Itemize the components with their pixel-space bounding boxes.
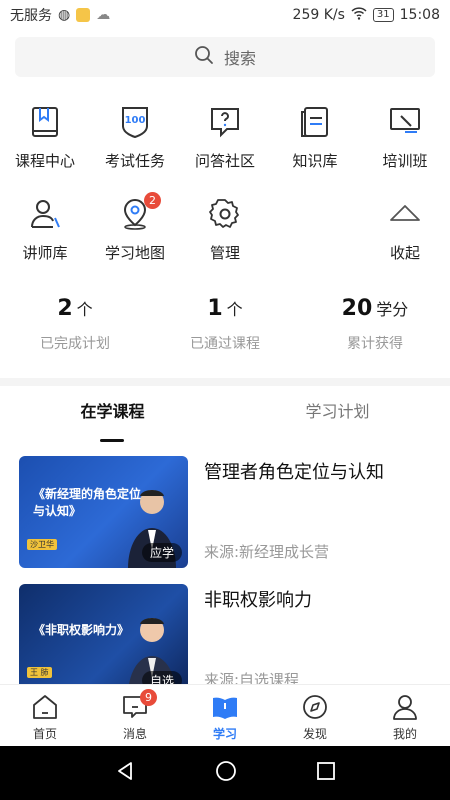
exam-100-icon: 100 (117, 104, 153, 140)
grid-item-label: 管理 (209, 244, 240, 262)
message-badge: 9 (140, 689, 157, 706)
grid-item-label: 问答社区 (194, 152, 255, 170)
course-card[interactable]: 《非职权影响力》 王 肺 自选 非职权影响力 来源:自选课程 (19, 584, 439, 696)
stat-completed-plans[interactable]: 2个 已完成计划 (0, 296, 150, 353)
grid-item-exam-tasks[interactable]: 100 考试任务 (90, 100, 180, 192)
grid-item-label: 知识库 (292, 152, 338, 170)
home-circle-icon[interactable] (215, 760, 237, 786)
svg-text:100: 100 (125, 115, 146, 126)
grid-item-lecturer-library[interactable]: 讲师库 (0, 192, 90, 284)
training-board-icon (387, 104, 423, 140)
profile-icon (391, 693, 419, 721)
back-icon[interactable] (115, 761, 135, 785)
status-bar: 无服务 ◍ ☁ 259 K/s 31 15:08 (0, 0, 450, 30)
stat-caption: 已完成计划 (40, 336, 110, 352)
lecturer-icon (27, 196, 63, 232)
feature-grid: 课程中心 100 考试任务 问答社区 知识库 培训班 讲师库 2 学习地图 管理… (0, 100, 450, 284)
search-icon (194, 45, 214, 69)
course-source: 来源:新经理成长营 (204, 543, 330, 561)
grid-item-course-center[interactable]: 课程中心 (0, 100, 90, 192)
search-bar[interactable]: 搜索 (15, 37, 435, 77)
course-title: 管理者角色定位与认知 (204, 462, 384, 483)
tab-learning-plan[interactable]: 学习计划 (225, 398, 450, 442)
grid-item-label: 讲师库 (22, 244, 68, 262)
thumb-speaker: 沙卫华 (27, 539, 57, 550)
question-chat-icon (207, 104, 243, 140)
message-icon: 9 (121, 689, 157, 721)
grid-item-label: 课程中心 (14, 152, 75, 170)
grid-item-training-class[interactable]: 培训班 (360, 100, 450, 192)
stat-unit: 学分 (376, 300, 409, 319)
stat-value: 1 (207, 296, 223, 321)
stat-value: 20 (341, 296, 373, 321)
notification-icon (76, 8, 91, 22)
course-thumbnail: 《新经理的角色定位与认知》 沙卫华 应学 (19, 456, 188, 568)
system-navigation-bar (0, 746, 450, 800)
map-badge: 2 (144, 192, 161, 209)
stat-unit: 个 (76, 300, 93, 319)
nav-study[interactable]: 学习 (180, 685, 270, 746)
stat-caption: 已通过课程 (190, 336, 260, 352)
gear-icon (207, 196, 243, 232)
nav-home[interactable]: 首页 (0, 685, 90, 746)
course-card[interactable]: 《新经理的角色定位与认知》 沙卫华 应学 管理者角色定位与认知 来源:新经理成长… (19, 456, 439, 568)
nav-discover[interactable]: 发现 (270, 685, 360, 746)
bottom-tab-bar: 首页 9 消息 学习 发现 我的 (0, 684, 450, 746)
search-placeholder: 搜索 (223, 49, 256, 68)
grid-item-label: 考试任务 (104, 152, 165, 170)
course-thumbnail: 《非职权影响力》 王 肺 自选 (19, 584, 188, 696)
tab-current-courses[interactable]: 在学课程 (0, 398, 225, 442)
carrier-text: 无服务 (10, 8, 52, 24)
nav-label: 消息 (122, 727, 147, 741)
book-bookmark-icon (27, 104, 63, 140)
thumb-speaker: 王 肺 (27, 667, 52, 678)
nav-label: 首页 (32, 727, 57, 741)
cloud-icon: ☁ (96, 7, 111, 23)
globe-icon: ◍ (58, 7, 71, 23)
course-tabs: 在学课程 学习计划 (0, 398, 450, 442)
stat-credits[interactable]: 20 学分 累计获得 (300, 296, 450, 353)
chevron-up-icon (387, 196, 423, 232)
nav-profile[interactable]: 我的 (360, 685, 450, 746)
map-pin-icon: 2 (117, 192, 161, 232)
network-speed: 259 K/s (292, 7, 345, 23)
battery-icon: 31 (372, 8, 394, 22)
grid-item-qa-community[interactable]: 问答社区 (180, 100, 270, 192)
nav-label: 发现 (302, 727, 327, 741)
grid-item-label: 学习地图 (104, 244, 165, 262)
course-tag: 应学 (141, 543, 182, 562)
grid-item-collapse[interactable]: 收起 (360, 192, 450, 284)
study-book-icon (211, 693, 239, 721)
grid-item-label: 收起 (389, 244, 420, 262)
stats-row: 2个 已完成计划 1个 已通过课程 20 学分 累计获得 (0, 296, 450, 353)
recents-square-icon[interactable] (317, 762, 335, 784)
wifi-icon (351, 6, 367, 24)
clock-time: 15:08 (399, 7, 440, 23)
section-divider (0, 378, 450, 386)
compass-icon (301, 693, 329, 721)
nav-label: 学习 (212, 727, 237, 741)
knowledge-docs-icon (297, 104, 333, 140)
grid-item-learning-map[interactable]: 2 学习地图 (90, 192, 180, 284)
stat-passed-courses[interactable]: 1个 已通过课程 (150, 296, 300, 353)
grid-item-knowledge-base[interactable]: 知识库 (270, 100, 360, 192)
grid-item-label: 培训班 (382, 152, 428, 170)
nav-messages[interactable]: 9 消息 (90, 685, 180, 746)
course-title: 非职权影响力 (204, 590, 312, 611)
grid-item-management[interactable]: 管理 (180, 192, 270, 284)
grid-spacer (270, 192, 360, 284)
stat-value: 2 (57, 296, 73, 321)
nav-label: 我的 (392, 727, 417, 741)
home-icon (31, 693, 59, 721)
stat-caption: 累计获得 (347, 336, 403, 352)
stat-unit: 个 (226, 300, 243, 319)
app-screen: 无服务 ◍ ☁ 259 K/s 31 15:08 搜索 课程中心 100 考试任… (0, 0, 450, 800)
